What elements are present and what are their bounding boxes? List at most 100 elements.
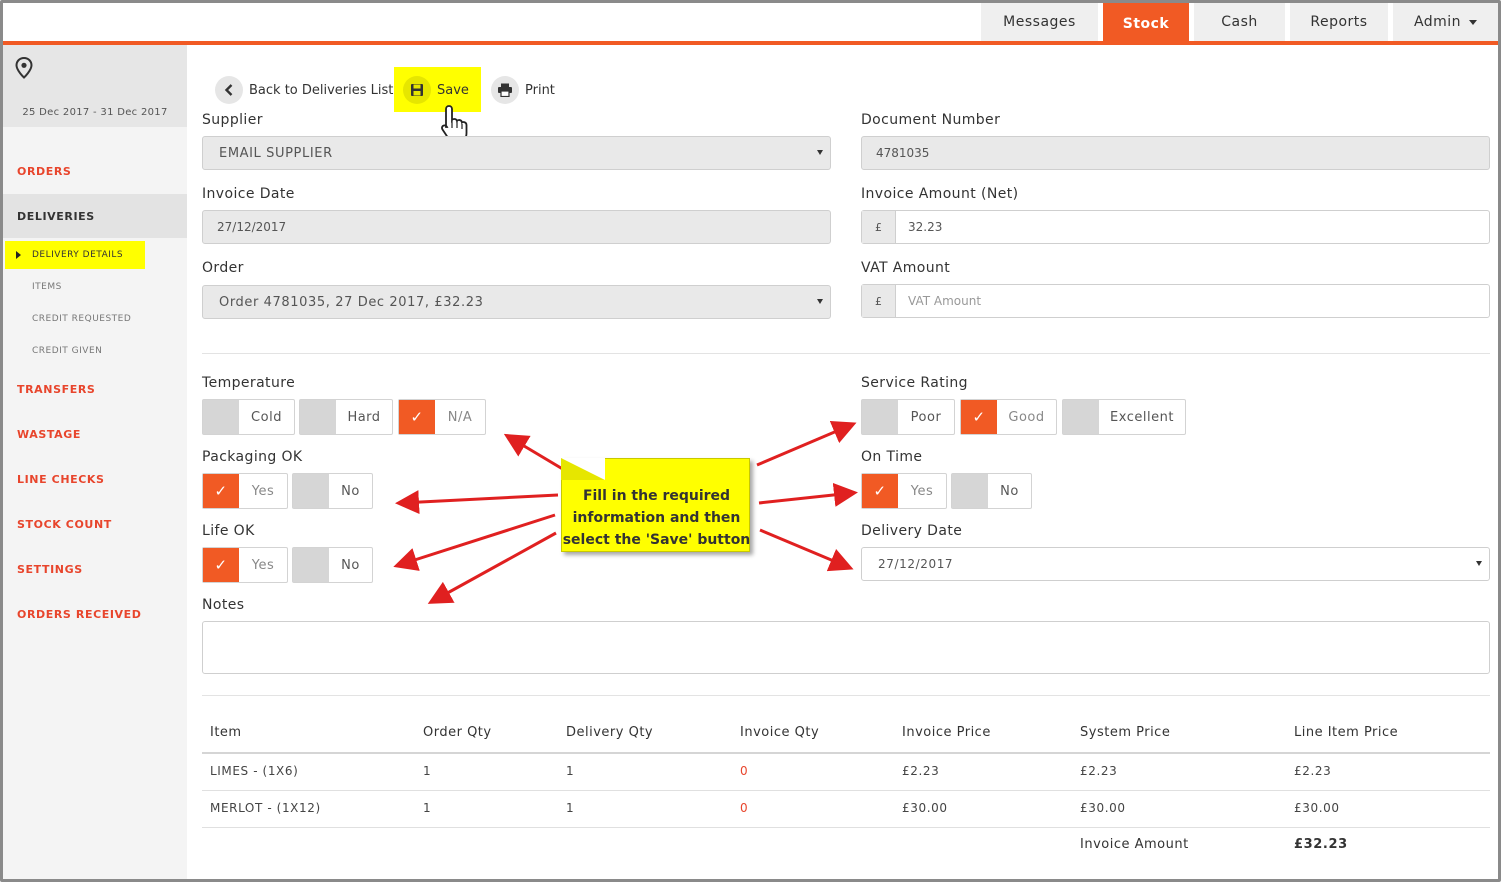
cell-delivery-qty: 1 (566, 764, 575, 778)
row-divider (202, 790, 1490, 791)
document-number-label: Document Number (861, 112, 1001, 128)
arrow-to-service (756, 421, 857, 467)
tab-admin[interactable]: Admin (1393, 3, 1498, 41)
sidebar-item-wastage[interactable]: WASTAGE (3, 412, 187, 456)
sidebar-sub-credit-given[interactable]: CREDIT GIVEN (32, 346, 102, 356)
packaging-ok-label: Packaging OK (202, 449, 303, 465)
sidebar-item-orders[interactable]: ORDERS (3, 149, 187, 193)
sidebar-item-transfers[interactable]: TRANSFERS (3, 367, 187, 411)
sidebar-item-deliveries[interactable]: DELIVERIES (3, 194, 187, 238)
document-number-value: 4781035 (876, 146, 930, 160)
supplier-label: Supplier (202, 112, 263, 128)
invoice-amount-label: Invoice Amount (Net) (861, 186, 1019, 202)
packaging-no-toggle[interactable]: No (292, 473, 373, 509)
tab-reports[interactable]: Reports (1290, 3, 1388, 41)
cell-system-price: £2.23 (1080, 764, 1118, 778)
temperature-hard-toggle[interactable]: Hard (299, 399, 393, 435)
ontime-no-toggle[interactable]: No (951, 473, 1032, 509)
vat-amount-placeholder: VAT Amount (908, 294, 982, 308)
toggle-label: No (341, 557, 360, 573)
annotation-arrows (393, 421, 858, 604)
checkbox-icon (203, 400, 239, 434)
callout-fold-corner (561, 458, 605, 480)
check-icon: ✓ (203, 548, 239, 582)
table-header-divider (202, 752, 1490, 754)
cell-invoice-qty[interactable]: 0 (740, 801, 748, 815)
temperature-label: Temperature (202, 375, 296, 391)
location-pin-icon[interactable] (15, 57, 33, 79)
service-good-toggle[interactable]: ✓ Good (960, 399, 1057, 435)
tab-cash-label: Cash (1221, 14, 1258, 30)
cell-invoice-price: £30.00 (902, 801, 948, 815)
vat-amount-field[interactable]: £ VAT Amount (861, 284, 1490, 318)
temperature-cold-toggle[interactable]: Cold (202, 399, 295, 435)
toggle-label: Yes (251, 557, 275, 573)
checkbox-icon (300, 400, 336, 434)
row-divider (202, 827, 1490, 828)
back-button-label: Back to Deliveries List (249, 82, 394, 98)
supplier-value: EMAIL SUPPLIER (219, 145, 333, 161)
callout-line: select the 'Save' button (562, 532, 751, 548)
invoice-date-field[interactable]: 27/12/2017 (202, 210, 831, 244)
col-header-invoice-price: Invoice Price (902, 725, 991, 740)
col-header-system-price: System Price (1080, 725, 1171, 740)
ontime-yes-toggle[interactable]: ✓ Yes (861, 473, 947, 509)
col-header-invoice-qty: Invoice Qty (740, 725, 820, 740)
checkbox-icon (293, 474, 329, 508)
order-label: Order (202, 260, 244, 276)
notes-textarea[interactable] (202, 621, 1490, 674)
tab-stock[interactable]: Stock (1103, 3, 1189, 45)
check-icon: ✓ (203, 474, 239, 508)
delivery-date-select[interactable]: 27/12/2017 (861, 547, 1490, 581)
tab-stock-label: Stock (1122, 16, 1170, 32)
print-button[interactable]: Print (491, 76, 555, 104)
checkbox-icon (293, 548, 329, 582)
checkbox-icon (862, 400, 898, 434)
currency-addon: £ (862, 211, 896, 243)
chevron-left-icon (215, 76, 243, 104)
supplier-select[interactable]: EMAIL SUPPLIER (202, 136, 831, 170)
top-nav: Messages Stock Cash Reports Admin (3, 3, 1498, 45)
life-yes-toggle[interactable]: ✓ Yes (202, 547, 288, 583)
print-button-label: Print (525, 82, 555, 98)
invoice-date-label: Invoice Date (202, 186, 295, 202)
toggle-label: Yes (910, 483, 934, 499)
order-select[interactable]: Order 4781035, 27 Dec 2017, £32.23 (202, 285, 831, 319)
service-poor-toggle[interactable]: Poor (861, 399, 955, 435)
invoice-date-value: 27/12/2017 (217, 220, 287, 234)
packaging-yes-toggle[interactable]: ✓ Yes (202, 473, 288, 509)
sidebar-sub-delivery-details[interactable]: DELIVERY DETAILS (5, 241, 145, 269)
dropdown-arrow-icon (817, 299, 823, 304)
arrow-to-packaging (395, 490, 559, 515)
document-number-field[interactable]: 4781035 (861, 136, 1490, 170)
arrow-to-temperature (503, 433, 567, 473)
sidebar-item-settings[interactable]: SETTINGS (3, 547, 187, 591)
divider (202, 695, 1490, 696)
sidebar-sub-items[interactable]: ITEMS (32, 282, 62, 292)
sidebar-item-orders-received[interactable]: ORDERS RECEIVED (3, 592, 187, 636)
divider (202, 353, 1490, 354)
toggle-label: Hard (347, 409, 381, 425)
invoice-amount-total-value: £32.23 (1294, 837, 1348, 852)
temperature-na-toggle[interactable]: ✓ N/A (398, 399, 486, 435)
tab-cash[interactable]: Cash (1194, 3, 1285, 41)
cell-invoice-qty[interactable]: 0 (740, 764, 748, 778)
service-excellent-toggle[interactable]: Excellent (1062, 399, 1186, 435)
toggle-label: No (341, 483, 360, 499)
callout-line: Fill in the required (582, 488, 731, 504)
life-no-toggle[interactable]: No (292, 547, 373, 583)
service-rating-label: Service Rating (861, 375, 968, 391)
cell-order-qty: 1 (423, 801, 432, 815)
toggle-label: Excellent (1110, 409, 1174, 425)
invoice-amount-field[interactable]: £ 32.23 (861, 210, 1490, 244)
cell-delivery-qty: 1 (566, 801, 575, 815)
back-button[interactable]: Back to Deliveries List (215, 76, 393, 104)
sidebar-item-line-checks[interactable]: LINE CHECKS (3, 457, 187, 501)
printer-icon (491, 76, 519, 104)
toggle-label: Poor (910, 409, 942, 425)
sidebar-sub-credit-requested[interactable]: CREDIT REQUESTED (32, 314, 131, 324)
tab-messages[interactable]: Messages (981, 3, 1098, 41)
save-button[interactable]: Save (403, 76, 469, 104)
sidebar-item-stock-count[interactable]: STOCK COUNT (3, 502, 187, 546)
tab-messages-label: Messages (1003, 14, 1076, 30)
